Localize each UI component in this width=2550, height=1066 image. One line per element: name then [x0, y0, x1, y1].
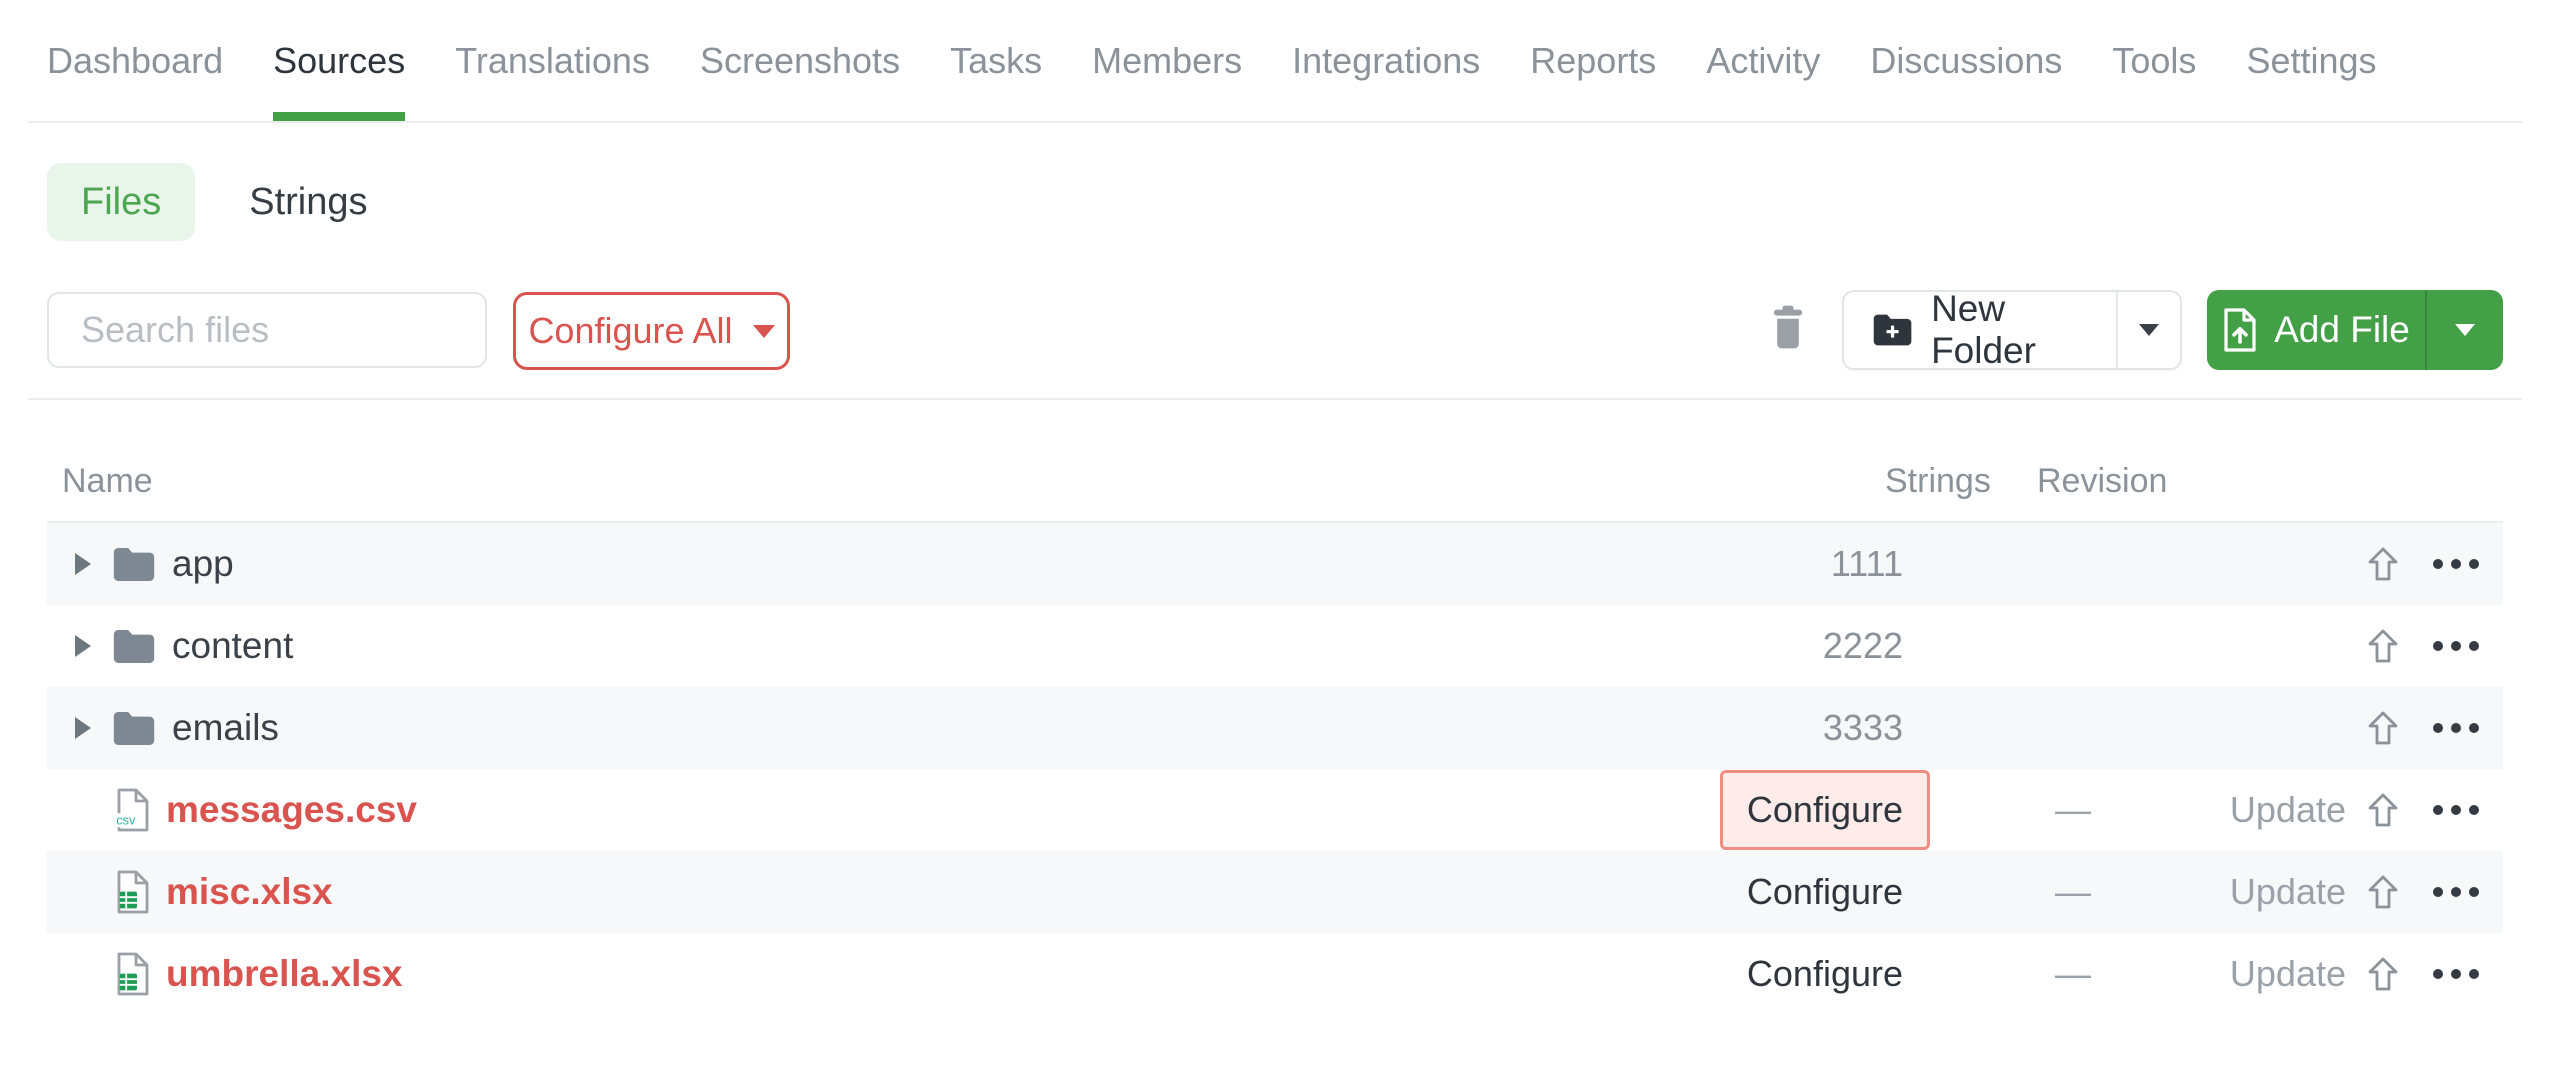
add-file-dropdown[interactable] — [2427, 290, 2503, 370]
nav-tasks[interactable]: Tasks — [950, 0, 1042, 121]
nav-sources[interactable]: Sources — [273, 0, 405, 121]
nav-integrations[interactable]: Integrations — [1292, 0, 1480, 121]
ellipsis-icon — [2433, 887, 2443, 897]
folder-plus-icon — [1872, 312, 1913, 348]
nav-members[interactable]: Members — [1092, 0, 1242, 121]
table-row[interactable]: emails 3333 — [47, 687, 2503, 769]
folder-name[interactable]: app — [172, 543, 234, 585]
revision-cell: — — [1928, 953, 2218, 995]
row-menu-button[interactable] — [2408, 969, 2503, 979]
upload-arrow-icon — [2366, 792, 2400, 828]
nav-divider — [28, 121, 2522, 123]
upload-button[interactable] — [2358, 628, 2408, 664]
sources-files-page: Dashboard Sources Translations Screensho… — [0, 0, 2550, 1066]
new-folder-button: New Folder — [1842, 290, 2182, 370]
upload-arrow-icon — [2366, 874, 2400, 910]
delete-button[interactable] — [1768, 304, 1808, 350]
nav-discussions[interactable]: Discussions — [1870, 0, 2062, 121]
table-row[interactable]: content 2222 — [47, 605, 2503, 687]
nav-dashboard[interactable]: Dashboard — [47, 0, 223, 121]
upload-arrow-icon — [2366, 546, 2400, 582]
add-file-label: Add File — [2274, 309, 2410, 351]
nav-reports[interactable]: Reports — [1530, 0, 1656, 121]
file-name[interactable]: messages.csv — [166, 789, 417, 831]
caret-right-icon[interactable] — [75, 635, 91, 657]
upload-button[interactable] — [2358, 546, 2408, 582]
ellipsis-icon — [2433, 723, 2443, 733]
table-row[interactable]: csv messages.csv Configure — Update — [47, 769, 2503, 851]
ellipsis-icon — [2433, 969, 2443, 979]
folder-icon — [112, 628, 156, 665]
strings-count: 1111 — [1698, 543, 1928, 585]
file-upload-icon — [2222, 308, 2258, 352]
ellipsis-icon — [2433, 559, 2443, 569]
upload-button[interactable] — [2358, 710, 2408, 746]
table-row[interactable]: umbrella.xlsx Configure — Update — [47, 933, 2503, 1015]
ellipsis-icon — [2433, 641, 2443, 651]
strings-count: 2222 — [1698, 625, 1928, 667]
update-link[interactable]: Update — [2218, 953, 2358, 995]
column-header-revision: Revision — [2037, 462, 2167, 501]
caret-right-icon[interactable] — [75, 553, 91, 575]
configure-button[interactable]: Configure — [1747, 953, 1903, 994]
row-menu-button[interactable] — [2408, 641, 2503, 651]
strings-count: 3333 — [1698, 707, 1928, 749]
update-link[interactable]: Update — [2218, 871, 2358, 913]
nav-settings[interactable]: Settings — [2246, 0, 2376, 121]
add-file-button: Add File — [2207, 290, 2503, 370]
folder-icon — [112, 546, 156, 583]
configure-all-button[interactable]: Configure All — [513, 292, 790, 370]
xlsx-file-icon — [114, 870, 150, 914]
upload-button[interactable] — [2358, 956, 2408, 992]
nav-screenshots[interactable]: Screenshots — [700, 0, 900, 121]
tab-files[interactable]: Files — [47, 163, 195, 241]
folder-name[interactable]: emails — [172, 707, 279, 749]
table-row[interactable]: app 1111 — [47, 523, 2503, 605]
configure-button-highlighted[interactable]: Configure — [1720, 770, 1930, 850]
file-name[interactable]: misc.xlsx — [166, 871, 333, 913]
new-folder-label: New Folder — [1931, 288, 2116, 372]
csv-file-icon: csv — [114, 788, 150, 832]
files-table: Name Strings Revision app 1111 — [47, 399, 2503, 1015]
caret-down-icon — [2139, 324, 2159, 336]
row-menu-button[interactable] — [2408, 805, 2503, 815]
new-folder-dropdown[interactable] — [2118, 292, 2180, 368]
column-header-name: Name — [62, 462, 153, 501]
upload-arrow-icon — [2366, 628, 2400, 664]
caret-right-icon[interactable] — [75, 717, 91, 739]
tab-strings[interactable]: Strings — [249, 181, 367, 224]
new-folder-main[interactable]: New Folder — [1844, 292, 2116, 368]
ellipsis-icon — [2433, 805, 2443, 815]
trash-icon — [1768, 304, 1808, 350]
file-name[interactable]: umbrella.xlsx — [166, 953, 403, 995]
revision-cell: — — [1928, 871, 2218, 913]
update-link[interactable]: Update — [2218, 789, 2358, 831]
file-format-label: csv — [116, 813, 136, 828]
xlsx-file-icon — [114, 952, 150, 996]
row-menu-button[interactable] — [2408, 723, 2503, 733]
table-row[interactable]: misc.xlsx Configure — Update — [47, 851, 2503, 933]
caret-down-icon — [2455, 324, 2475, 336]
folder-icon — [112, 710, 156, 747]
row-menu-button[interactable] — [2408, 559, 2503, 569]
nav-tools[interactable]: Tools — [2112, 0, 2196, 121]
row-menu-button[interactable] — [2408, 887, 2503, 897]
search-input[interactable] — [47, 292, 487, 368]
upload-arrow-icon — [2366, 710, 2400, 746]
configure-button[interactable]: Configure — [1747, 871, 1903, 912]
view-tabs: Files Strings — [47, 163, 368, 241]
revision-cell: — — [1928, 789, 2218, 831]
folder-name[interactable]: content — [172, 625, 293, 667]
nav-translations[interactable]: Translations — [455, 0, 650, 121]
project-nav: Dashboard Sources Translations Screensho… — [47, 0, 2377, 121]
configure-all-label: Configure All — [528, 310, 732, 352]
caret-down-icon — [753, 325, 775, 338]
nav-activity[interactable]: Activity — [1706, 0, 1820, 121]
upload-arrow-icon — [2366, 956, 2400, 992]
upload-button[interactable] — [2358, 874, 2408, 910]
upload-button[interactable] — [2358, 792, 2408, 828]
add-file-main[interactable]: Add File — [2207, 290, 2425, 370]
column-header-strings: Strings — [1885, 462, 1991, 501]
table-header: Name Strings Revision — [47, 399, 2503, 523]
